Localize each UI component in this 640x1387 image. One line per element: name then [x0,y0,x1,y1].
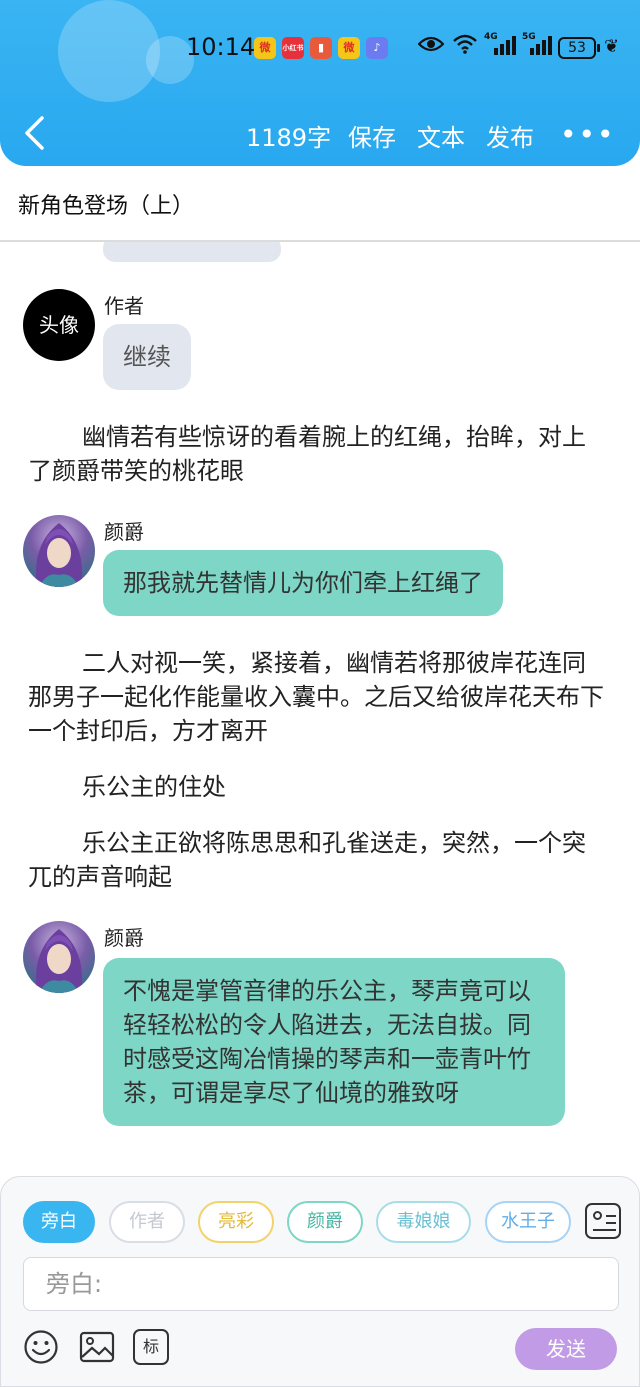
role-chip-liangcai[interactable]: 亮彩 [198,1201,274,1243]
send-button[interactable]: 发送 [515,1328,617,1370]
image-icon [79,1331,115,1363]
tag-button[interactable]: 标 [133,1329,169,1365]
wifi-icon [452,34,478,59]
sender-name: 作者 [104,294,144,318]
back-button[interactable] [22,116,52,152]
status-bar: 10:14 微 小红书 ▮ 微 ♪ 4G 5G 53 ❦ [0,30,640,66]
music-app-icon: ♪ [366,37,388,59]
compose-input[interactable] [46,1266,586,1302]
chevron-left-icon [25,116,44,150]
app-red-icon: ▮ [310,37,332,59]
character-portrait-icon [35,929,83,993]
chapter-title[interactable]: 新角色登场（上） [18,188,194,220]
story-content[interactable]: 头像 作者 继续 幽情若有些惊讶的看着腕上的红绳，抬眸，对上了颜爵带笑的桃花眼 … [0,242,640,1176]
compose-panel: 旁白 作者 亮彩 颜爵 毒娘娘 水王子 标 发送 [0,1176,640,1387]
more-options-button[interactable]: ••• [560,118,616,151]
role-chip-duniangniang[interactable]: 毒娘娘 [376,1201,471,1243]
chapter-title-bar: 新角色登场（上） [0,166,640,242]
sender-name: 颜爵 [104,926,144,950]
narration-paragraph[interactable]: 乐公主的住处 [28,770,608,804]
battery-indicator: 53 [558,37,596,59]
role-chip-author[interactable]: 作者 [109,1201,185,1243]
sender-name: 颜爵 [104,520,144,544]
message-bubble[interactable]: 不愧是掌管音律的乐公主，琴声竟可以轻轻松松的令人陷进去，无法自拔。同时感受这陶冶… [103,958,565,1126]
word-count: 1189字 [246,124,332,152]
narration-paragraph[interactable]: 乐公主正欲将陈思思和孔雀送走，突然，一个突兀的声音响起 [28,826,608,894]
avatar: 头像 [23,289,95,361]
image-button[interactable] [79,1329,115,1365]
xiaohongshu-icon: 小红书 [282,37,304,59]
role-chip-yanjue[interactable]: 颜爵 [287,1201,363,1243]
emoji-icon [24,1330,58,1364]
text-button[interactable]: 文本 [417,118,465,153]
weibo-icon: 微 [338,37,360,59]
role-chip-shuiwangzi[interactable]: 水王子 [485,1201,571,1243]
publish-button[interactable]: 发布 [486,118,534,153]
avatar [23,515,95,587]
eye-icon [417,34,445,59]
eco-leaf-icon: ❦ [604,36,620,57]
clock: 10:14 [186,33,256,61]
save-button[interactable]: 保存 [348,118,396,153]
role-chip-narrator[interactable]: 旁白 [23,1201,95,1243]
narration-paragraph[interactable]: 二人对视一笑，紧接着，幽情若将那彼岸花连同那男子一起化作能量收入囊中。之后又给彼… [28,646,608,748]
contact-card-icon [593,1211,602,1220]
previous-message-bubble[interactable] [103,242,281,262]
compose-input-box[interactable] [23,1257,619,1311]
signal-icon [492,34,518,61]
message-bubble[interactable]: 继续 [103,324,191,390]
weibo-icon: 微 [254,37,276,59]
role-manager-button[interactable] [585,1203,621,1239]
emoji-button[interactable] [23,1329,59,1365]
signal-icon [528,34,554,61]
top-header: 10:14 微 小红书 ▮ 微 ♪ 4G 5G 53 ❦ 1189字 保存 文本… [0,0,640,166]
avatar [23,921,95,993]
battery-tip [597,44,600,52]
message-bubble[interactable]: 那我就先替情儿为你们牵上红绳了 [103,550,503,616]
character-portrait-icon [35,523,83,587]
narration-paragraph[interactable]: 幽情若有些惊讶的看着腕上的红绳，抬眸，对上了颜爵带笑的桃花眼 [28,420,608,488]
